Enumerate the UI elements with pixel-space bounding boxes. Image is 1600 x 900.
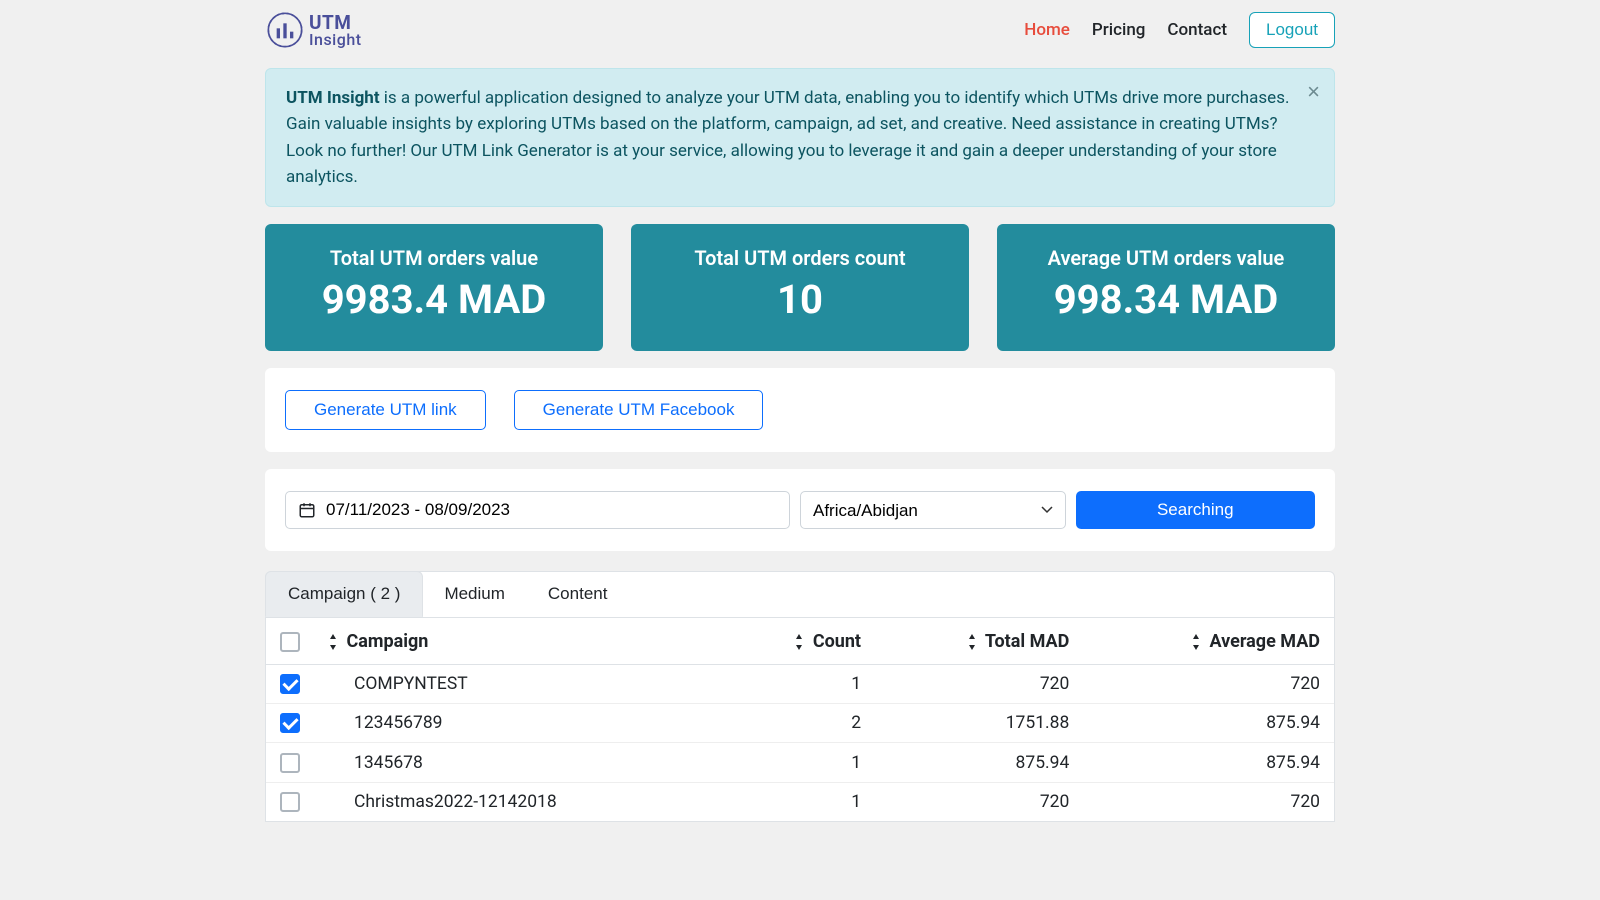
filter-card: Africa/Abidjan Searching: [265, 469, 1335, 551]
calendar-icon: [298, 501, 316, 519]
search-button[interactable]: Searching: [1076, 491, 1316, 529]
cell-total: 720: [875, 782, 1083, 821]
stat-title: Total UTM orders value: [275, 246, 593, 270]
sort-icon: [794, 634, 804, 650]
cell-total: 875.94: [875, 743, 1083, 782]
nav-links: Home Pricing Contact Logout: [1024, 12, 1335, 48]
navbar: UTM Insight Home Pricing Contact Logout: [265, 0, 1335, 68]
actions-card: Generate UTM link Generate UTM Facebook: [265, 368, 1335, 452]
stat-avg-value: Average UTM orders value 998.34 MAD: [997, 224, 1335, 351]
sort-icon: [328, 634, 338, 650]
row-checkbox[interactable]: [280, 792, 300, 812]
generate-utm-facebook-button[interactable]: Generate UTM Facebook: [514, 390, 764, 430]
col-label: Total MAD: [985, 631, 1069, 652]
nav-contact[interactable]: Contact: [1167, 20, 1227, 40]
cell-campaign: 123456789: [314, 704, 724, 743]
stat-value: 10: [641, 276, 959, 323]
table-row: 13456781875.94875.94: [266, 743, 1334, 782]
table-row: COMPYNTEST1720720: [266, 664, 1334, 703]
stat-title: Total UTM orders count: [641, 246, 959, 270]
cell-count: 1: [724, 743, 875, 782]
row-checkbox[interactable]: [280, 713, 300, 733]
tab-campaign[interactable]: Campaign ( 2 ): [265, 571, 423, 617]
cell-count: 1: [724, 782, 875, 821]
table-row: Christmas2022-121420181720720: [266, 782, 1334, 821]
table-header-row: Campaign Count Total MAD Average MAD: [266, 618, 1334, 664]
stat-title: Average UTM orders value: [1007, 246, 1325, 270]
cell-campaign: COMPYNTEST: [314, 664, 724, 703]
logo-text-1: UTM: [309, 13, 362, 32]
stat-value: 9983.4 MAD: [275, 276, 593, 323]
cell-avg: 875.94: [1083, 704, 1334, 743]
cell-avg: 720: [1083, 664, 1334, 703]
col-count[interactable]: Count: [724, 618, 875, 664]
results-table: Campaign Count Total MAD Average MAD: [266, 618, 1334, 821]
col-label: Average MAD: [1210, 631, 1321, 652]
tab-content[interactable]: Content: [526, 571, 630, 617]
col-label: Campaign: [346, 631, 428, 652]
logout-button[interactable]: Logout: [1249, 12, 1335, 48]
timezone-select[interactable]: Africa/Abidjan: [800, 491, 1066, 529]
col-avg[interactable]: Average MAD: [1083, 618, 1334, 664]
select-all-checkbox[interactable]: [280, 632, 300, 652]
date-range-input-wrap[interactable]: [285, 491, 790, 529]
results-panel: Campaign ( 2 ) Medium Content Campaign C…: [265, 571, 1335, 822]
alert-title: UTM Insight: [286, 88, 380, 108]
logo-text-2: Insight: [309, 32, 362, 48]
cell-campaign: Christmas2022-12142018: [314, 782, 724, 821]
sort-icon: [1191, 634, 1201, 650]
sort-icon: [967, 634, 977, 650]
logo-icon: [265, 10, 305, 50]
nav-pricing[interactable]: Pricing: [1092, 20, 1146, 40]
tabs: Campaign ( 2 ) Medium Content: [266, 572, 1334, 618]
row-checkbox[interactable]: [280, 753, 300, 773]
cell-count: 2: [724, 704, 875, 743]
stat-total-count: Total UTM orders count 10: [631, 224, 969, 351]
col-campaign[interactable]: Campaign: [314, 618, 724, 664]
table-row: 12345678921751.88875.94: [266, 704, 1334, 743]
col-total[interactable]: Total MAD: [875, 618, 1083, 664]
alert-body: is a powerful application designed to an…: [286, 88, 1289, 187]
cell-avg: 720: [1083, 782, 1334, 821]
cell-count: 1: [724, 664, 875, 703]
cell-total: 1751.88: [875, 704, 1083, 743]
nav-home[interactable]: Home: [1024, 20, 1070, 40]
stats-row: Total UTM orders value 9983.4 MAD Total …: [265, 224, 1335, 351]
close-icon: ×: [1307, 79, 1320, 104]
col-select: [266, 618, 314, 664]
generate-utm-link-button[interactable]: Generate UTM link: [285, 390, 486, 430]
info-alert: UTM Insight is a powerful application de…: [265, 68, 1335, 207]
stat-value: 998.34 MAD: [1007, 276, 1325, 323]
cell-total: 720: [875, 664, 1083, 703]
row-checkbox[interactable]: [280, 674, 300, 694]
col-label: Count: [813, 631, 861, 652]
logo[interactable]: UTM Insight: [265, 10, 362, 50]
alert-close-button[interactable]: ×: [1307, 79, 1320, 105]
stat-total-value: Total UTM orders value 9983.4 MAD: [265, 224, 603, 351]
date-range-input[interactable]: [326, 500, 777, 520]
cell-campaign: 1345678: [314, 743, 724, 782]
cell-avg: 875.94: [1083, 743, 1334, 782]
tab-medium[interactable]: Medium: [422, 571, 526, 617]
